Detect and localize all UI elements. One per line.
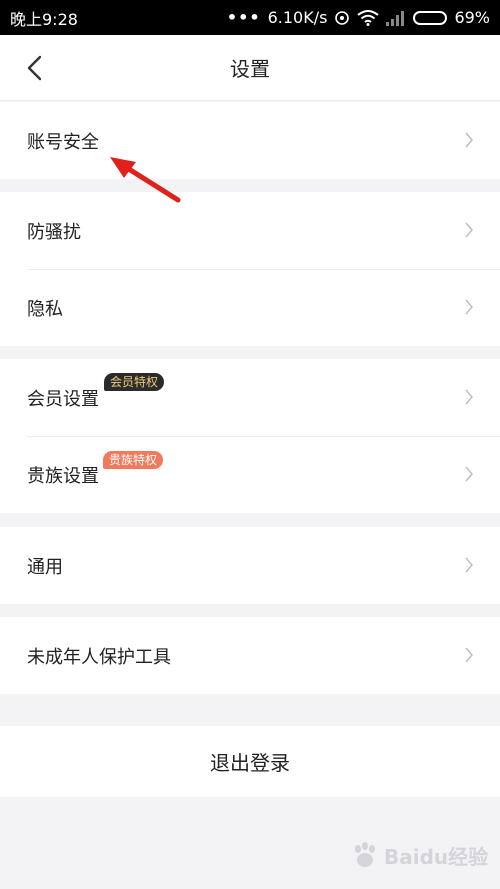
wifi-icon	[357, 9, 380, 26]
page-title: 设置	[230, 57, 270, 81]
signal-icon	[386, 10, 405, 26]
item-label: 账号安全	[27, 131, 99, 153]
logout-label: 退出登录	[210, 751, 290, 775]
settings-item-account-security[interactable]: 账号安全	[0, 102, 500, 179]
chevron-right-icon	[465, 132, 473, 148]
chevron-right-icon	[465, 299, 473, 315]
watermark-text: Baidu经验	[384, 844, 489, 869]
group-account: 账号安全	[0, 102, 500, 179]
settings-item-privacy[interactable]: 隐私	[0, 269, 500, 346]
noble-privilege-badge: 贵族特权	[103, 451, 164, 469]
sync-icon	[335, 10, 350, 25]
chevron-right-icon	[465, 466, 473, 482]
more-dots-icon: •••	[226, 8, 261, 27]
paw-icon	[355, 842, 375, 867]
vip-privilege-badge: 会员特权	[104, 373, 165, 391]
annotation-arrow-icon	[110, 157, 181, 203]
group-minor-protection: 未成年人保护工具	[0, 617, 500, 694]
group-privacy: 防骚扰 隐私	[0, 192, 500, 346]
chevron-right-icon	[465, 557, 473, 573]
group-general: 通用	[0, 527, 500, 604]
settings-item-general[interactable]: 通用	[0, 527, 500, 604]
settings-item-minor-protection[interactable]: 未成年人保护工具	[0, 617, 500, 694]
status-time: 晚上9:28	[10, 9, 78, 29]
item-label: 隐私	[27, 298, 63, 320]
network-speed: 6.10K/s	[267, 8, 328, 27]
status-indicators: ••• 6.10K/s 69%	[227, 8, 490, 27]
chevron-right-icon	[465, 647, 473, 663]
battery-icon	[413, 10, 448, 25]
status-bar: 晚上9:28 ••• 6.10K/s 69%	[0, 0, 500, 35]
logout-button[interactable]: 退出登录	[0, 726, 500, 797]
settings-item-noble-settings[interactable]: 贵族设置 贵族特权	[0, 436, 500, 513]
item-label: 防骚扰	[27, 221, 81, 243]
item-label: 贵族设置	[27, 465, 99, 487]
chevron-right-icon	[465, 389, 473, 405]
header: 设置	[0, 35, 500, 101]
item-label: 会员设置	[27, 388, 99, 410]
item-label: 未成年人保护工具	[27, 646, 171, 668]
battery-percent: 69%	[454, 8, 490, 27]
group-membership: 会员设置 会员特权 贵族设置 贵族特权	[0, 359, 500, 513]
settings-item-anti-harassment[interactable]: 防骚扰	[0, 192, 500, 269]
baidu-watermark: Baidu经验	[350, 832, 490, 878]
settings-item-member-settings[interactable]: 会员设置 会员特权	[0, 359, 500, 436]
back-icon[interactable]	[22, 55, 48, 81]
chevron-right-icon	[465, 222, 473, 238]
item-label: 通用	[27, 556, 63, 578]
